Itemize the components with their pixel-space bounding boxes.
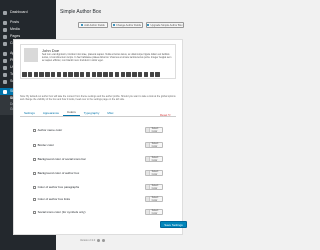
edit-icon	[113, 24, 116, 26]
plus-icon	[81, 24, 84, 26]
soundcloud-icon[interactable]	[97, 72, 102, 77]
checkbox-icon	[33, 197, 36, 201]
pin-icon	[3, 20, 7, 25]
comment-icon	[3, 41, 7, 46]
instagram-icon[interactable]	[39, 72, 44, 77]
spotify-icon[interactable]	[103, 72, 108, 77]
social-icons-color-picker[interactable]: Select Color	[145, 209, 163, 215]
dashboard-icon	[3, 10, 7, 15]
page-title: Simple Author Box	[60, 9, 102, 15]
dribbble-icon[interactable]	[85, 72, 91, 77]
facebook-icon[interactable]	[22, 72, 27, 77]
sidebar-item-dashboard[interactable]: Dashboard	[0, 9, 56, 16]
help-icon[interactable]	[102, 239, 106, 242]
change-author-fields-button[interactable]: Change Author Fields	[111, 22, 143, 28]
add-author-fields-button[interactable]: Add Author Fields	[78, 22, 108, 28]
social-icons-bar	[20, 71, 176, 78]
paragraph-color-picker[interactable]: Select Color	[145, 184, 163, 190]
plugin-icon	[3, 58, 7, 63]
social-bar-bg-color-picker[interactable]: Select Color	[145, 156, 163, 162]
checkbox-icon	[33, 128, 36, 132]
media-icon	[3, 27, 7, 32]
tab-typography[interactable]: Typography	[80, 111, 104, 117]
author-name-color-picker[interactable]: Select Color	[145, 127, 163, 133]
footer: Version 2.3.0	[80, 239, 106, 242]
border-color-picker[interactable]: Select Color	[145, 142, 163, 148]
skype-icon[interactable]	[114, 72, 120, 77]
color-swatch	[146, 197, 151, 201]
telegram-icon[interactable]	[126, 72, 131, 77]
tab-colors[interactable]: Colors	[63, 110, 80, 116]
vk-icon[interactable]	[108, 72, 114, 77]
checkbox-icon	[33, 157, 36, 161]
sidebar-item-posts[interactable]: Posts	[0, 19, 56, 26]
vimeo-icon[interactable]	[74, 72, 79, 77]
rss-icon[interactable]	[137, 72, 143, 77]
twitter-icon[interactable]	[27, 72, 33, 77]
reset-link[interactable]: Reset ↻	[160, 113, 170, 117]
pinterest-icon[interactable]	[45, 72, 50, 77]
color-swatch	[146, 171, 151, 175]
setting-links-color-label: Color of author box links	[33, 197, 70, 201]
reddit-icon[interactable]	[68, 72, 73, 77]
save-settings-button[interactable]: Save Settings	[160, 221, 187, 228]
settings-tabs: Settings Appearance Colors Typography Mi…	[20, 109, 176, 117]
tab-misc[interactable]: Misc	[103, 111, 117, 117]
youtube-icon[interactable]	[50, 72, 56, 77]
setting-social-bar-bg-label: Background color of social icons bar	[33, 157, 86, 161]
checkbox-icon	[33, 143, 36, 147]
setting-author-box-bg-label: Background color of author box	[33, 171, 79, 175]
info-note: Note: By default our author box will tak…	[20, 95, 176, 102]
reset-icon: ↻	[168, 113, 171, 117]
checkbox-icon	[33, 210, 36, 214]
info-icon[interactable]	[97, 239, 101, 242]
medium-icon[interactable]	[132, 72, 137, 77]
color-swatch	[146, 185, 151, 189]
phone-icon[interactable]	[155, 72, 160, 77]
author-icon	[3, 89, 7, 94]
setting-paragraph-color-label: Color of author box paragraphs	[33, 185, 79, 189]
setting-author-name-color-label: Author name color	[33, 128, 62, 132]
github-icon[interactable]	[56, 72, 62, 77]
links-color-picker[interactable]: Select Color	[145, 196, 163, 202]
color-swatch	[146, 128, 151, 132]
email-icon[interactable]	[143, 72, 149, 77]
flickr-icon[interactable]	[79, 72, 85, 77]
author-box-bg-color-picker[interactable]: Select Color	[145, 170, 163, 176]
linkedin-icon[interactable]	[33, 72, 39, 77]
color-swatch	[146, 143, 151, 147]
color-swatch	[146, 157, 151, 161]
sidebar-item-media[interactable]: Media	[0, 26, 56, 33]
whatsapp-icon[interactable]	[120, 72, 126, 77]
wrench-icon	[3, 72, 7, 77]
star-icon	[147, 24, 150, 26]
behance-icon[interactable]	[91, 72, 97, 77]
setting-border-color-label: Border color	[33, 143, 54, 147]
tab-appearance[interactable]: Appearance	[39, 111, 63, 117]
page-icon	[3, 34, 7, 39]
paintbrush-icon	[3, 51, 7, 56]
tab-settings[interactable]: Settings	[20, 111, 39, 117]
settings-icon	[3, 79, 7, 84]
color-swatch	[146, 210, 151, 214]
upgrade-button[interactable]: Upgrade Simple Author Box	[146, 22, 184, 28]
avatar	[24, 48, 38, 62]
tumblr-icon[interactable]	[62, 72, 68, 77]
website-icon[interactable]	[149, 72, 155, 77]
setting-social-icons-color-label: Social icons color (for symbols only)	[33, 210, 85, 214]
author-bio: Sed non erat dignissim, tincidunt nisi v…	[42, 53, 172, 62]
checkbox-icon	[33, 185, 36, 189]
checkbox-icon	[33, 171, 36, 175]
sidebar-top-spacer	[0, 0, 56, 9]
users-icon	[3, 65, 7, 70]
